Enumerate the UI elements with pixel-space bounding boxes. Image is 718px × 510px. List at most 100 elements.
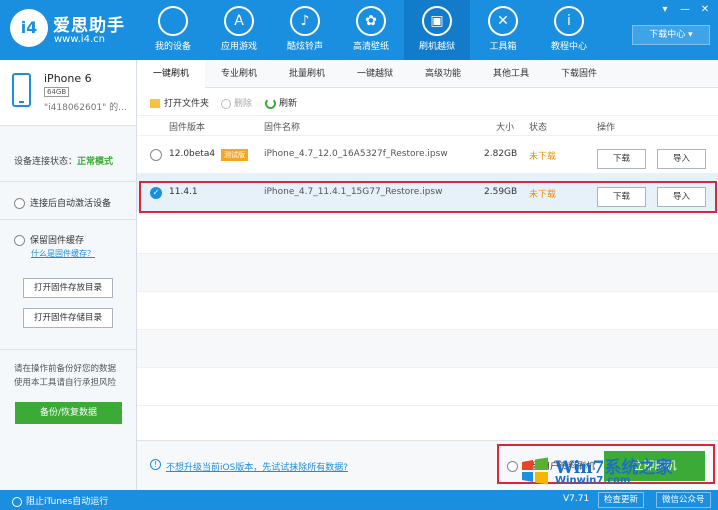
i4-logo-icon: i4 bbox=[10, 9, 48, 47]
download-center-button[interactable]: 下载中心 ▾ bbox=[632, 25, 710, 45]
firmware-version: 12.0beta4 bbox=[169, 149, 216, 159]
firmware-name: iPhone_4.7_11.4.1_15G77_Restore.ipsw bbox=[264, 187, 443, 197]
watermark: Win7系统之家 Winwin7.com bbox=[519, 452, 715, 490]
watermark-url: Winwin7.com bbox=[555, 475, 631, 486]
firmware-cache-section: 保留固件缓存 什么是固件缓存？ 打开固件存放目录 打开固件存储目录 bbox=[0, 220, 136, 350]
window-controls: ▾ — ✕ bbox=[658, 4, 712, 16]
connection-status-value: 正常模式 bbox=[77, 157, 114, 167]
brand-url: www.i4.cn bbox=[54, 34, 105, 45]
nav-label: 高清壁纸 bbox=[352, 42, 389, 52]
windows-logo-icon bbox=[522, 457, 548, 485]
close-icon[interactable]: ✕ bbox=[698, 4, 712, 16]
auto-activate-label: 连接后自动激活设备 bbox=[30, 199, 112, 209]
firmware-status: 未下载 bbox=[529, 152, 557, 162]
tab-one-click-jailbreak[interactable]: 一键越狱 bbox=[341, 60, 409, 88]
main-nav: 我的设备 A 应用游戏 ♪ 酷炫铃声 ✿ 高清壁纸 ▣ 刷机越狱 ✕ 工具箱 i… bbox=[140, 0, 602, 60]
keep-user-data-radio[interactable] bbox=[507, 461, 518, 472]
keep-cache-radio[interactable] bbox=[14, 235, 25, 246]
wechat-button[interactable]: 微信公众号 bbox=[656, 492, 711, 508]
import-button[interactable]: 导入 bbox=[657, 187, 706, 207]
refresh-icon bbox=[265, 98, 276, 109]
nav-apps-games[interactable]: A 应用游戏 bbox=[206, 0, 272, 60]
download-button[interactable]: 下载 bbox=[597, 149, 646, 169]
delete-label: 删除 bbox=[234, 99, 253, 109]
minimize-icon[interactable]: — bbox=[678, 4, 692, 16]
nav-my-device[interactable]: 我的设备 bbox=[140, 0, 206, 60]
open-cache-dir-button[interactable]: 打开固件存放目录 bbox=[23, 278, 113, 298]
nav-toolbox[interactable]: ✕ 工具箱 bbox=[470, 0, 536, 60]
menu-dropdown-icon[interactable]: ▾ bbox=[658, 4, 672, 16]
app-store-icon: A bbox=[224, 6, 254, 36]
auto-activate-radio[interactable] bbox=[14, 198, 25, 209]
nav-tutorials[interactable]: i 教程中心 bbox=[536, 0, 602, 60]
open-folder-button[interactable]: 打开文件夹 bbox=[150, 96, 209, 109]
col-action: 操作 bbox=[597, 123, 616, 133]
block-itunes-radio[interactable] bbox=[12, 496, 22, 507]
status-bar: 阻止iTunes自动运行 V7.71 检查更新 微信公众号 bbox=[0, 490, 718, 510]
delete-button[interactable]: 删除 bbox=[221, 96, 252, 109]
nav-flash-jailbreak[interactable]: ▣ 刷机越狱 bbox=[404, 0, 470, 60]
refresh-button[interactable]: 刷新 bbox=[265, 96, 297, 109]
keep-cache-label: 保留固件缓存 bbox=[30, 236, 85, 246]
empty-row bbox=[137, 368, 718, 406]
col-status: 状态 bbox=[529, 123, 548, 133]
tab-pro-flash[interactable]: 专业刷机 bbox=[205, 60, 273, 88]
block-itunes-label: 阻止iTunes自动运行 bbox=[26, 497, 109, 507]
empty-row bbox=[137, 330, 718, 368]
app-version: V7.71 bbox=[563, 494, 590, 504]
nav-label: 刷机越狱 bbox=[418, 42, 455, 52]
row-select-radio[interactable] bbox=[150, 149, 162, 161]
sub-tabs: 一键刷机 专业刷机 批量刷机 一键越狱 高级功能 其他工具 下载固件 bbox=[137, 60, 718, 88]
download-button[interactable]: 下载 bbox=[597, 187, 646, 207]
connection-status: 设备连接状态：正常模式 bbox=[0, 126, 136, 182]
folder-icon bbox=[150, 99, 160, 108]
check-update-button[interactable]: 检查更新 bbox=[598, 492, 645, 508]
open-storage-dir-button[interactable]: 打开固件存储目录 bbox=[23, 308, 113, 328]
top-header: i4 爱思助手 www.i4.cn 我的设备 A 应用游戏 ♪ 酷炫铃声 ✿ 高… bbox=[0, 0, 718, 60]
phone-icon bbox=[12, 73, 31, 107]
flower-icon: ✿ bbox=[356, 6, 386, 36]
firmware-name: iPhone_4.7_12.0_16A5327f_Restore.ipsw bbox=[264, 149, 448, 159]
device-card: iPhone 6 64GB "i418062601" 的... bbox=[0, 60, 136, 126]
device-id: "i418062601" 的... bbox=[44, 103, 127, 113]
firmware-status: 未下载 bbox=[529, 190, 557, 200]
firmware-toolbar: 打开文件夹 删除 刷新 bbox=[137, 88, 718, 116]
brand-name: 爱思助手 bbox=[53, 16, 125, 36]
tab-one-click-flash[interactable]: 一键刷机 bbox=[137, 60, 205, 88]
tab-other-tools[interactable]: 其他工具 bbox=[477, 60, 545, 88]
apple-icon bbox=[158, 6, 188, 36]
erase-data-link[interactable]: 不想升级当前iOS版本，先试试抹除所有数据? bbox=[166, 460, 348, 473]
info-icon: i bbox=[554, 6, 584, 36]
what-is-cache-link[interactable]: 什么是固件缓存？ bbox=[31, 248, 136, 259]
nav-label: 工具箱 bbox=[489, 42, 517, 52]
refresh-label: 刷新 bbox=[279, 99, 298, 109]
block-itunes-option[interactable]: 阻止iTunes自动运行 bbox=[12, 494, 108, 507]
col-name: 固件名称 bbox=[264, 123, 301, 133]
nav-ringtones[interactable]: ♪ 酷炫铃声 bbox=[272, 0, 338, 60]
row-checked-icon[interactable]: ✓ bbox=[150, 187, 162, 199]
nav-label: 教程中心 bbox=[550, 42, 587, 52]
backup-restore-button[interactable]: 备份/恢复数据 bbox=[15, 402, 122, 424]
beta-badge: 测试版 bbox=[221, 149, 248, 161]
auto-activate-option[interactable]: 连接后自动激活设备 bbox=[0, 182, 136, 220]
col-size: 大小 bbox=[496, 123, 515, 133]
tab-batch-flash[interactable]: 批量刷机 bbox=[273, 60, 341, 88]
tab-advanced[interactable]: 高级功能 bbox=[409, 60, 477, 88]
device-capacity-badge: 64GB bbox=[44, 87, 70, 97]
connection-status-label: 设备连接状态： bbox=[14, 157, 78, 167]
nav-label: 酷炫铃声 bbox=[286, 42, 323, 52]
table-header: 固件版本 固件名称 大小 状态 操作 bbox=[137, 116, 718, 136]
info-circle-icon: ! bbox=[150, 459, 161, 470]
nav-wallpapers[interactable]: ✿ 高清壁纸 bbox=[338, 0, 404, 60]
table-row[interactable]: ✓ 11.4.1 iPhone_4.7_11.4.1_15G77_Restore… bbox=[137, 174, 718, 212]
nav-label: 我的设备 bbox=[154, 42, 191, 52]
import-button[interactable]: 导入 bbox=[657, 149, 706, 169]
firmware-size: 2.59GB bbox=[484, 187, 518, 197]
table-row[interactable]: 12.0beta4 测试版 iPhone_4.7_12.0_16A5327f_R… bbox=[137, 136, 718, 174]
open-folder-label: 打开文件夹 bbox=[164, 99, 210, 109]
firmware-version: 11.4.1 bbox=[169, 187, 198, 197]
firmware-size: 2.82GB bbox=[484, 149, 518, 159]
device-name: iPhone 6 bbox=[44, 72, 92, 85]
tab-download-firmware[interactable]: 下载固件 bbox=[545, 60, 613, 88]
nav-label: 应用游戏 bbox=[220, 42, 257, 52]
